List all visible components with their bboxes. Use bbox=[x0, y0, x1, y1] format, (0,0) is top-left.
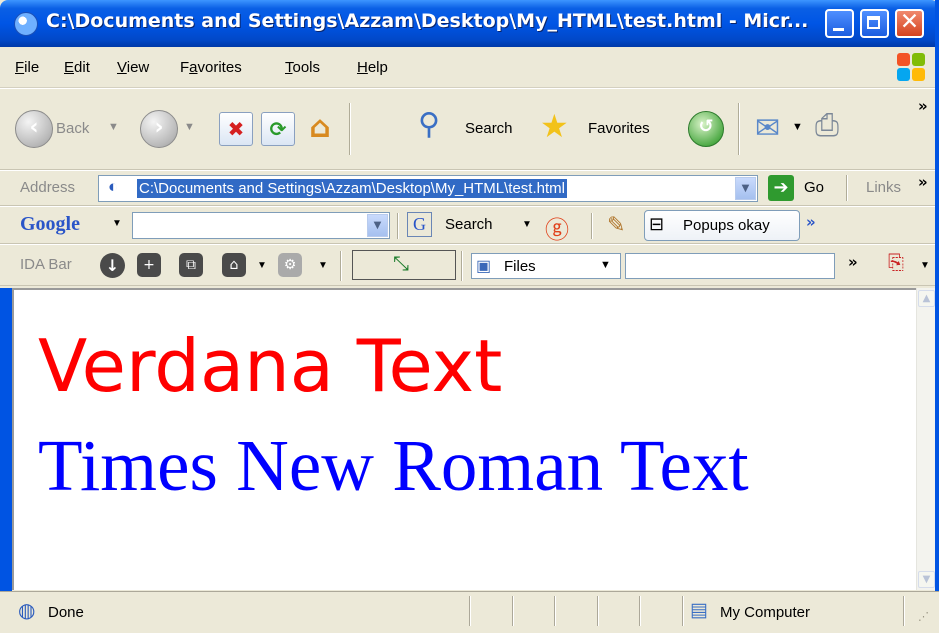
pdf-icon[interactable]: ⎘ bbox=[888, 252, 904, 275]
go-button-label[interactable]: Go bbox=[804, 179, 824, 196]
google-overflow-icon[interactable]: » bbox=[806, 213, 816, 231]
address-bar: Address ◐ C:\Documents and Settings\Azza… bbox=[0, 170, 939, 206]
pdf-dropdown-icon[interactable]: ▼ bbox=[920, 260, 930, 271]
popup-window-icon: ⊟ bbox=[649, 214, 665, 234]
window-left-frame bbox=[0, 288, 12, 591]
forward-arrow-icon[interactable]: › bbox=[140, 110, 178, 148]
page-content: Verdana Text Times New Roman Text bbox=[12, 288, 916, 590]
links-overflow-icon[interactable]: » bbox=[918, 173, 928, 191]
window-right-frame bbox=[935, 0, 939, 633]
window-title: C:\Documents and Settings\Azzam\Desktop\… bbox=[46, 10, 809, 32]
popups-okay-label: Popups okay bbox=[683, 217, 770, 234]
ie-page-icon bbox=[14, 12, 38, 36]
refresh-icon[interactable]: ⟳ bbox=[261, 112, 295, 146]
address-label: Address bbox=[20, 179, 76, 196]
popups-okay-button[interactable]: ⊟ Popups okay bbox=[644, 210, 800, 241]
mail-icon[interactable]: ✉ bbox=[755, 111, 780, 146]
copy-icon[interactable]: ⧉ bbox=[179, 253, 203, 277]
close-icon: ✕ bbox=[899, 9, 920, 35]
google-search-dropdown-icon[interactable]: ▼ bbox=[522, 219, 532, 230]
status-text: Done bbox=[48, 604, 84, 621]
back-button-label[interactable]: Back bbox=[56, 120, 89, 137]
home-icon[interactable]: ⌂ bbox=[303, 112, 337, 146]
menu-bar: File Edit View Favorites Tools Help bbox=[0, 47, 939, 88]
back-dropdown-icon[interactable]: ▼ bbox=[108, 121, 119, 133]
search-icon[interactable]: ⚲ bbox=[418, 107, 440, 142]
scroll-down-icon[interactable]: ▼ bbox=[918, 571, 935, 588]
windows-logo-icon bbox=[897, 53, 927, 83]
menu-edit[interactable]: Edit bbox=[64, 59, 90, 76]
status-bar: ◍ Done ▤ My Computer ⋰ bbox=[0, 591, 939, 633]
history-icon[interactable]: ↺ bbox=[688, 111, 724, 147]
maximize-button[interactable] bbox=[860, 9, 889, 38]
files-select-value: Files bbox=[504, 258, 536, 275]
search-button-label[interactable]: Search bbox=[465, 120, 513, 137]
print-icon[interactable]: ⎙ bbox=[815, 109, 839, 143]
page-icon: ◐ bbox=[108, 177, 119, 196]
close-button[interactable]: ✕ bbox=[895, 9, 924, 38]
menu-help[interactable]: Help bbox=[357, 59, 388, 76]
google-g-icon[interactable]: G bbox=[407, 212, 432, 237]
resize-grip-icon[interactable]: ⋰ bbox=[918, 610, 929, 623]
menu-view[interactable]: View bbox=[117, 59, 149, 76]
browser-window: C:\Documents and Settings\Azzam\Desktop\… bbox=[0, 0, 939, 633]
ida-toolbar: IDA Bar ↓ + ⧉ ⌂ ▼ ⚙ ▼ ⤡ ▣ Files ▼ » ⎘ ▼ bbox=[0, 244, 939, 286]
title-bar[interactable]: C:\Documents and Settings\Azzam\Desktop\… bbox=[0, 0, 939, 47]
vertical-scrollbar[interactable]: ▲ ▼ bbox=[916, 288, 935, 590]
minimize-button[interactable] bbox=[825, 9, 854, 38]
stop-icon[interactable]: ✖ bbox=[219, 112, 253, 146]
ie-done-icon: ◍ bbox=[18, 600, 36, 622]
blogger-icon[interactable]: ✎ bbox=[607, 212, 625, 238]
links-label[interactable]: Links bbox=[866, 179, 901, 196]
back-arrow-icon[interactable]: ‹ bbox=[15, 110, 53, 148]
google-search-input[interactable]: ▼ bbox=[132, 212, 390, 239]
menu-tools[interactable]: Tools bbox=[285, 59, 320, 76]
menu-favorites[interactable]: Favorites bbox=[180, 59, 242, 76]
security-zone-label: My Computer bbox=[720, 604, 811, 621]
add-icon[interactable]: + bbox=[137, 253, 161, 277]
address-value[interactable]: C:\Documents and Settings\Azzam\Desktop\… bbox=[137, 179, 567, 198]
download-icon[interactable]: ↓ bbox=[100, 253, 125, 278]
mail-dropdown-icon[interactable]: ▼ bbox=[792, 121, 803, 133]
menu-file[interactable]: File bbox=[15, 59, 39, 76]
my-computer-icon: ▤ bbox=[690, 600, 708, 621]
favorites-button-label[interactable]: Favorites bbox=[588, 120, 650, 137]
ida-overflow-icon[interactable]: » bbox=[848, 253, 858, 271]
favorites-star-icon[interactable]: ★ bbox=[540, 107, 569, 145]
forward-dropdown-icon[interactable]: ▼ bbox=[184, 121, 195, 133]
address-field[interactable]: ◐ C:\Documents and Settings\Azzam\Deskto… bbox=[98, 175, 758, 202]
google-menu-dropdown-icon[interactable]: ▼ bbox=[112, 218, 122, 229]
ida-bar-label: IDA Bar bbox=[20, 256, 72, 273]
scroll-up-icon[interactable]: ▲ bbox=[918, 290, 935, 307]
google-toolbar: Google ▼ ▼ G Search ▼ ⓖ ✎ ⊟ Popups okay … bbox=[0, 206, 939, 244]
standard-toolbar: ‹ Back ▼ › ▼ ✖ ⟳ ⌂ ⚲ Search ★ Favorites … bbox=[0, 88, 939, 170]
toolbar-overflow-icon[interactable]: » bbox=[918, 97, 928, 115]
verdana-heading: Verdana Text bbox=[38, 324, 503, 408]
files-select[interactable]: ▣ Files ▼ bbox=[471, 253, 621, 279]
cursor-target-box[interactable]: ⤡ bbox=[352, 250, 456, 280]
house-dropdown-icon[interactable]: ▼ bbox=[257, 260, 267, 271]
google-input-dropdown-icon[interactable]: ▼ bbox=[367, 214, 388, 237]
settings-icon[interactable]: ⚙ bbox=[278, 253, 302, 277]
pagerank-icon[interactable]: ⓖ bbox=[545, 210, 569, 245]
cursor-icon: ⤡ bbox=[393, 253, 409, 275]
google-search-button-label[interactable]: Search bbox=[445, 216, 493, 233]
files-dropdown-icon[interactable]: ▼ bbox=[600, 259, 611, 271]
address-dropdown-icon[interactable]: ▼ bbox=[735, 177, 756, 200]
ida-input-field[interactable] bbox=[625, 253, 835, 279]
window-icon: ▣ bbox=[476, 258, 492, 275]
go-arrow-icon[interactable]: ➔ bbox=[768, 175, 794, 201]
house-icon[interactable]: ⌂ bbox=[222, 253, 246, 277]
google-logo[interactable]: Google bbox=[20, 213, 80, 236]
settings-dropdown-icon[interactable]: ▼ bbox=[318, 260, 328, 271]
times-heading: Times New Roman Text bbox=[38, 425, 749, 506]
